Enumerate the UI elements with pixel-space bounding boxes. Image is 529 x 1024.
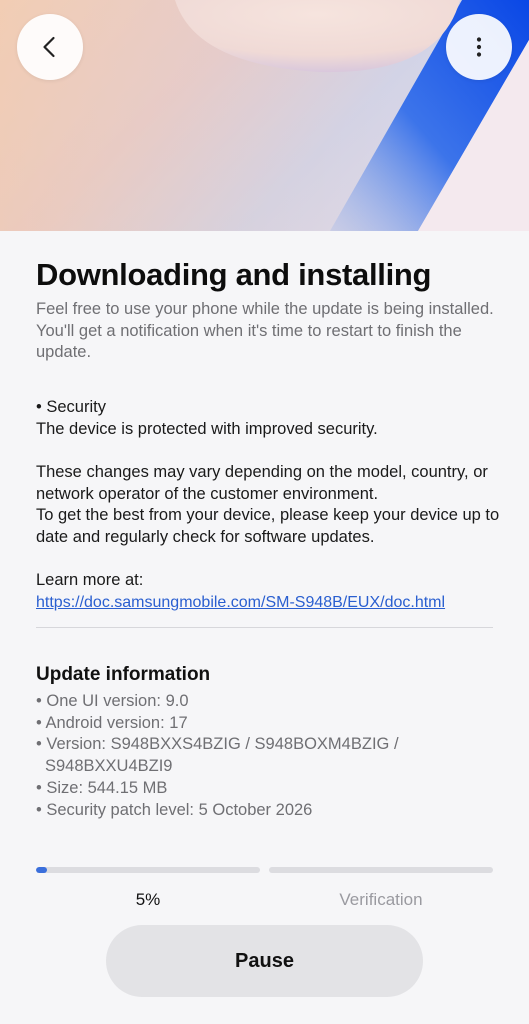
download-percent: 5% xyxy=(135,890,161,909)
update-info-list: • One UI version: 9.0 • Android version:… xyxy=(36,691,506,821)
section-body: The device is protected with improved se… xyxy=(36,420,378,438)
verification-progress-bar xyxy=(269,867,493,873)
pause-button[interactable]: Pause xyxy=(106,925,423,997)
page-title: Downloading and installing xyxy=(36,257,432,292)
more-options-button[interactable] xyxy=(446,14,512,80)
page-subtitle: Feel free to use your phone while the up… xyxy=(36,300,494,361)
download-progress-bar xyxy=(36,867,260,873)
build-version-cont: S948BXXU4BZI9 xyxy=(36,756,506,778)
learn-more-label: Learn more at: xyxy=(36,571,144,589)
more-vertical-icon xyxy=(476,37,482,57)
build-version-cont-text: S948BXXU4BZI9 xyxy=(45,757,173,776)
back-button[interactable] xyxy=(17,14,83,80)
one-ui-version: • One UI version: 9.0 xyxy=(36,692,189,710)
update-info-title: Update information xyxy=(36,664,211,685)
recommendation-text: To get the best from your device, please… xyxy=(36,506,500,546)
update-size: • Size: 544.15 MB xyxy=(36,778,168,797)
chevron-left-icon xyxy=(43,36,55,58)
section-heading: • Security xyxy=(36,398,106,416)
android-version: • Android version: 17 xyxy=(36,713,188,732)
build-version: • Version: S948BXXS4BZIG / S948BOXM4BZIG… xyxy=(36,735,399,754)
disclaimer-text: These changes may vary depending on the … xyxy=(36,463,488,503)
learn-more-link[interactable]: https://doc.samsungmobile.com/SM-S948B/E… xyxy=(36,594,445,611)
divider xyxy=(36,627,493,628)
verification-label: Verification xyxy=(339,890,423,909)
download-progress-fill xyxy=(36,867,48,873)
security-patch-level: • Security patch level: 5 October 2026 xyxy=(36,800,313,819)
